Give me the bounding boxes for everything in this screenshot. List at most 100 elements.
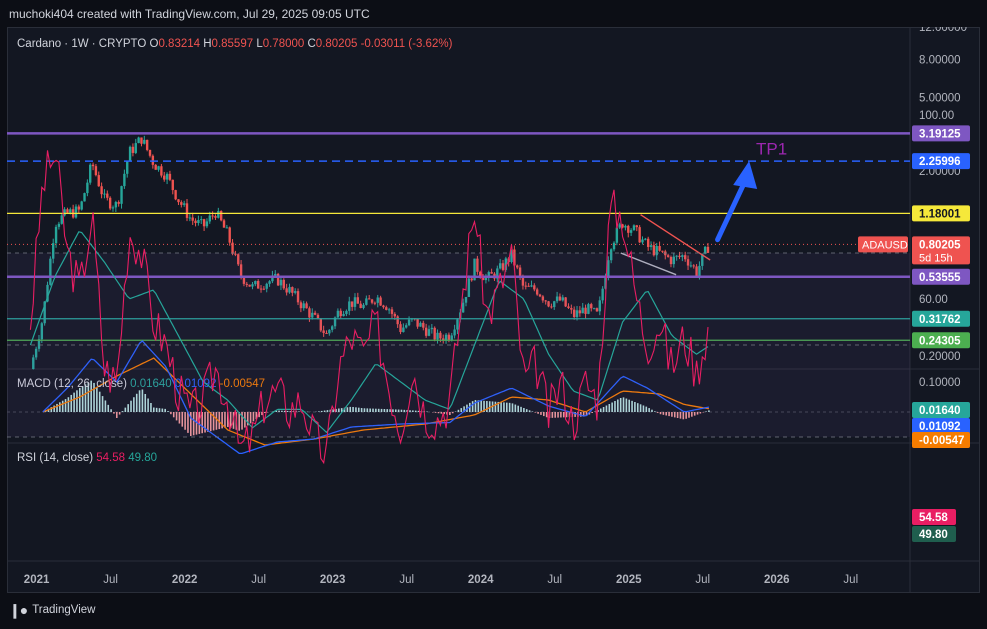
candle-body	[89, 164, 92, 183]
time-axis-tick: Jul	[399, 574, 414, 586]
time-axis-tick: 2021	[24, 574, 50, 586]
rsi-legend-part: RSI (14, close)	[17, 452, 96, 464]
chart-header: muchoki404 created with TradingView.com,…	[9, 7, 370, 21]
footer-logo-text: TradingView	[32, 604, 96, 616]
price-level-label: 0.31762	[919, 314, 961, 326]
candle-body	[638, 227, 641, 243]
candle-body	[706, 246, 710, 253]
candle-body	[641, 239, 644, 243]
macd-axis-tick: 0.10000	[919, 377, 961, 389]
candle-body	[108, 197, 112, 209]
candle-body	[83, 193, 86, 202]
time-axis-tick: 2023	[320, 574, 346, 586]
candle-body	[63, 209, 66, 216]
candle-body	[131, 146, 135, 153]
time-axis-tick: 2022	[172, 574, 198, 586]
candle-body	[629, 230, 633, 233]
price-legend-part: 0.83214	[158, 38, 203, 50]
candle-body	[69, 209, 72, 213]
price-legend-part: -0.03011 (-3.62%)	[361, 38, 453, 50]
symbol-tag: ADAUSD	[862, 239, 908, 251]
price-legend-part: 0.80205	[316, 38, 361, 50]
price-axis-tick: 0.20000	[919, 351, 961, 363]
macd-value-label: -0.00547	[919, 435, 964, 447]
macd-value-label: 0.01640	[919, 405, 961, 417]
candle-body	[86, 182, 89, 194]
candle-body	[117, 202, 120, 204]
candle-body	[106, 193, 109, 198]
candle-body	[91, 164, 95, 167]
candle-body	[649, 245, 653, 247]
price-legend-part: 0.78000	[263, 38, 308, 50]
tradingview-chart[interactable]: 12.000008.000005.000002.000000.200003.19…	[7, 27, 980, 593]
rsi-legend-part: 54.58	[96, 452, 128, 464]
tradingview-logo-icon: ❙●	[9, 602, 28, 618]
candle-body	[174, 190, 177, 200]
candle-body	[177, 199, 180, 203]
candle-body	[222, 220, 226, 228]
price-legend-part: O	[150, 38, 159, 50]
candle-body	[123, 173, 126, 187]
candle-body	[157, 166, 160, 170]
candle-body	[165, 173, 169, 180]
price-level-label: 0.24305	[919, 335, 961, 347]
rsi-axis-tick: 60.00	[919, 294, 948, 306]
price-level-label: 2.25996	[919, 156, 961, 168]
candle-body	[635, 225, 639, 228]
candle-body	[182, 203, 186, 205]
candle-body	[219, 211, 223, 221]
candle-body	[228, 227, 231, 243]
candle-body	[60, 215, 63, 224]
price-legend-part: H	[203, 38, 211, 50]
candle-body	[214, 216, 217, 218]
candle-body	[97, 175, 100, 187]
candle-body	[188, 217, 192, 219]
candle-body	[66, 209, 69, 213]
macd-value-label: 0.01092	[919, 421, 961, 433]
candle-body	[103, 193, 106, 195]
time-axis-tick: 2024	[468, 574, 494, 586]
candle-body	[208, 215, 211, 222]
price-legend: Cardano · 1W · CRYPTO O0.83214 H0.85597 …	[17, 38, 453, 50]
price-legend-part: Cardano · 1W · CRYPTO	[17, 38, 150, 50]
footer: ❙● TradingView	[9, 599, 95, 621]
candle-body	[194, 220, 197, 224]
candle-body	[615, 227, 619, 243]
candle-body	[200, 219, 203, 221]
candle-body	[145, 139, 149, 150]
time-axis-tick: Jul	[103, 574, 118, 586]
candle-body	[134, 143, 137, 153]
candle-body	[197, 220, 200, 224]
time-axis-tick: Jul	[695, 574, 710, 586]
time-axis-tick: 2026	[764, 574, 790, 586]
price-axis-tick: 12.00000	[919, 27, 967, 34]
rsi-value-label: 54.58	[919, 512, 948, 524]
candle-body	[627, 225, 630, 233]
candle-body	[632, 225, 636, 231]
time-axis-tick: Jul	[251, 574, 266, 586]
price-level-label: 1.18001	[919, 208, 961, 220]
candle-body	[191, 217, 194, 221]
candle-body	[618, 224, 621, 228]
rsi-value-label: 49.80	[919, 529, 948, 541]
candle-body	[137, 137, 140, 144]
candle-body	[100, 186, 103, 195]
candle-body	[151, 155, 155, 165]
candle-body	[77, 206, 81, 210]
candle-body	[205, 221, 209, 227]
candle-body	[180, 202, 183, 205]
candle-body	[160, 166, 163, 176]
price-level-label: 0.53555	[919, 272, 961, 284]
target-arrow-head	[733, 160, 758, 189]
candle-body	[612, 242, 616, 250]
candle-body	[168, 173, 172, 180]
price-legend-part: C	[307, 38, 315, 50]
candle-body	[143, 139, 146, 144]
candle-body	[624, 225, 627, 228]
candle-body	[148, 149, 152, 156]
candle-body	[661, 250, 664, 252]
time-axis-tick: 2025	[616, 574, 642, 586]
candle-body	[57, 223, 61, 227]
candle-body	[74, 206, 78, 218]
rsi-legend: RSI (14, close) 54.58 49.80	[17, 452, 157, 464]
